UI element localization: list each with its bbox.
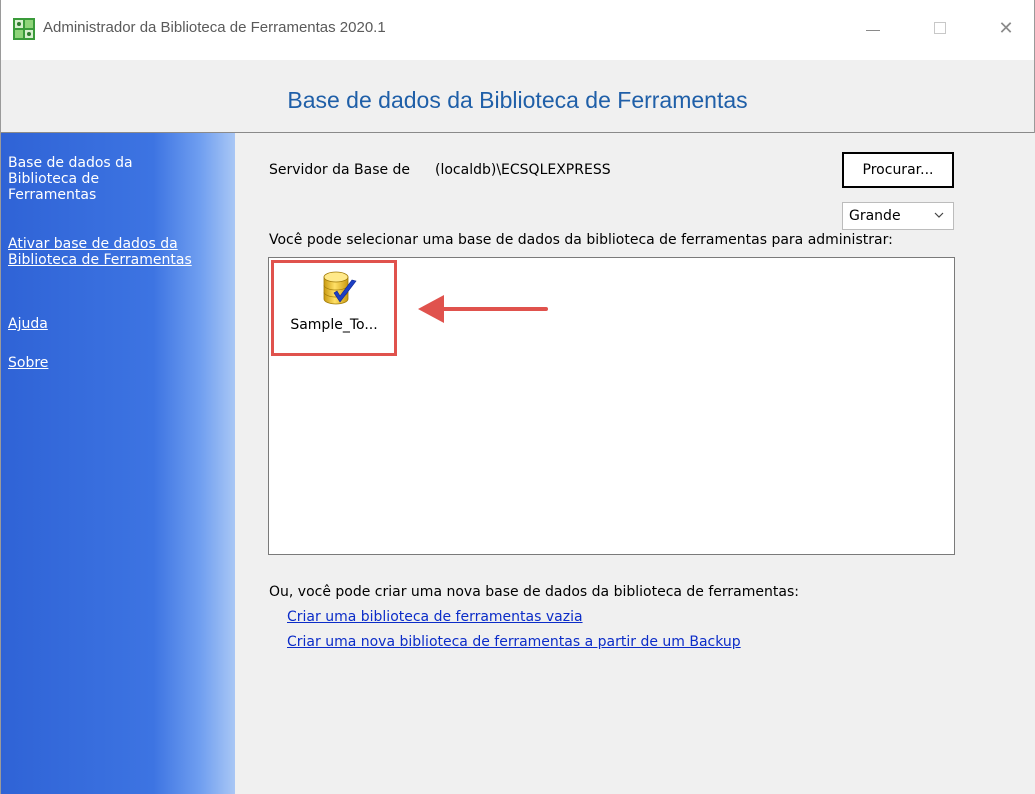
server-value: (localdb)\ECSQLEXPRESS (435, 162, 611, 178)
sidebar: Base de dados da Biblioteca de Ferrament… (1, 133, 235, 794)
window-title: Administrador da Biblioteca de Ferrament… (43, 19, 386, 36)
arrow-left-icon (418, 295, 548, 323)
sidebar-item-help[interactable]: Ajuda (8, 316, 48, 332)
choose-database-label: Você pode selecionar uma base de dados d… (269, 232, 893, 248)
app-icon (13, 18, 35, 40)
create-empty-library-link[interactable]: Criar uma biblioteca de ferramentas vazi… (287, 609, 583, 625)
sidebar-item-about[interactable]: Sobre (8, 355, 48, 371)
page-title: Base de dados da Biblioteca de Ferrament… (287, 87, 748, 113)
close-icon: ✕ (998, 17, 1014, 39)
create-from-backup-link[interactable]: Criar uma nova biblioteca de ferramentas… (287, 634, 741, 650)
maximize-icon (934, 22, 946, 34)
title-bar[interactable]: Administrador da Biblioteca de Ferrament… (1, 0, 1034, 60)
header-band: Base de dados da Biblioteca de Ferrament… (1, 60, 1034, 132)
maximize-button[interactable] (917, 10, 963, 46)
chevron-down-icon (934, 212, 944, 218)
server-label: Servidor da Base de (269, 162, 411, 178)
view-size-value: Grande (849, 208, 901, 224)
view-size-select[interactable]: Grande (842, 202, 954, 230)
sidebar-item-database: Base de dados da Biblioteca de Ferrament… (8, 155, 133, 203)
minimize-button[interactable] (850, 10, 896, 46)
close-button[interactable]: ✕ (983, 10, 1029, 46)
database-list[interactable]: Sample_To... (268, 257, 955, 555)
database-item-label: Sample_To... (290, 317, 378, 333)
browse-button[interactable]: Procurar... (842, 152, 954, 188)
main-panel: Servidor da Base de (localdb)\ECSQLEXPRE… (235, 133, 1035, 794)
create-database-label: Ou, você pode criar uma nova base de dad… (269, 584, 799, 600)
sidebar-item-activate-database[interactable]: Ativar base de dados da Biblioteca de Fe… (8, 236, 193, 268)
minimize-icon (866, 29, 880, 31)
app-window: Administrador da Biblioteca de Ferrament… (0, 0, 1035, 794)
database-check-icon (323, 271, 357, 305)
database-item[interactable]: Sample_To... (271, 260, 397, 356)
